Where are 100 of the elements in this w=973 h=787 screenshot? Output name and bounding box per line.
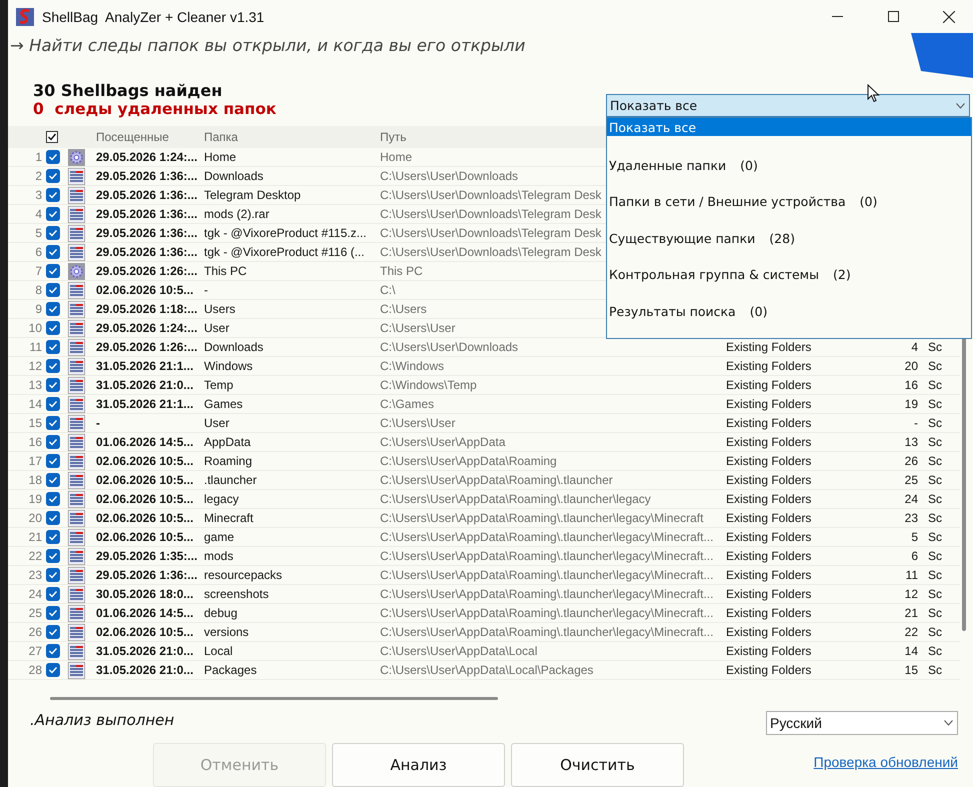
checkbox[interactable] — [46, 625, 60, 639]
checkbox[interactable] — [46, 606, 60, 620]
folder-list-icon — [68, 604, 85, 622]
checkbox[interactable] — [46, 454, 60, 468]
folder-list-icon — [68, 206, 85, 222]
folder-list-icon — [68, 642, 85, 660]
checkbox[interactable] — [46, 245, 60, 259]
checkbox[interactable] — [46, 663, 60, 677]
vertical-scrollbar[interactable] — [962, 336, 966, 631]
action-button[interactable]: Анализ — [332, 743, 505, 787]
table-cell-text: 13 — [904, 435, 919, 449]
table-cell-text: This PC — [379, 264, 423, 278]
table-cell-text: Existing Folders — [725, 473, 812, 487]
checkbox[interactable] — [46, 492, 60, 506]
table-cell-text: tgk - @VixoreProduct #115.z... — [203, 226, 366, 240]
table-cell-text: - — [913, 416, 919, 430]
row-number: 8 — [34, 283, 43, 297]
checkbox[interactable] — [46, 169, 60, 183]
horizontal-scrollbar[interactable] — [50, 696, 498, 700]
table-cell-text: C:\Windows — [379, 359, 444, 373]
table-cell-text: C:\Users\User\Downloads — [379, 340, 518, 354]
table-cell-text: Sc — [927, 606, 942, 620]
table-cell-text: 29.05.2026 1:26:... — [95, 340, 198, 354]
checkbox[interactable] — [46, 150, 60, 164]
checkbox[interactable] — [46, 359, 60, 373]
table-cell-text: Downloads — [203, 169, 264, 183]
table-cell-text: mods — [203, 549, 234, 563]
table-cell-text: tgk - @VixoreProduct #116 (... — [203, 245, 364, 259]
checkbox[interactable] — [46, 397, 60, 411]
table-cell-text: 29.05.2026 1:35:... — [95, 549, 198, 563]
table-cell-text: Existing Folders — [725, 644, 812, 658]
row-number: 22 — [28, 549, 43, 563]
folder-list-icon — [68, 510, 85, 526]
dropdown-option[interactable]: Удаленные папки (0) — [607, 136, 971, 173]
table-cell-text: User — [203, 321, 230, 335]
table-cell-text: versions — [203, 625, 249, 639]
table-cell-text: Sc — [927, 416, 942, 430]
table-cell-text: Sc — [927, 587, 942, 601]
dropdown-option[interactable]: Существующие папки (28) — [607, 209, 971, 246]
checkbox[interactable] — [46, 473, 60, 487]
dropdown-option[interactable]: Результаты поиска (0) — [607, 282, 971, 319]
checkbox[interactable] — [46, 511, 60, 525]
table-cell-text: 29.05.2026 1:36:... — [95, 568, 198, 582]
chevron-down-icon — [956, 102, 965, 108]
table-cell-text: 02.06.2026 10:5... — [95, 530, 194, 544]
table-cell-text: Windows — [203, 359, 253, 373]
checkbox[interactable] — [46, 264, 60, 278]
checkbox[interactable] — [46, 378, 60, 392]
maximize-icon — [888, 11, 898, 22]
table-cell-text: Sc — [927, 511, 942, 525]
table-cell-text: - — [95, 416, 100, 430]
table-cell-text: Sc — [927, 530, 942, 544]
checkbox[interactable] — [46, 207, 60, 221]
shellbags-found-count: 30 Shellbags найден — [33, 81, 224, 100]
checkbox[interactable] — [46, 530, 60, 544]
check-updates-link[interactable]: Проверка обновлений — [814, 754, 958, 770]
table-cell-text: Existing Folders — [725, 435, 812, 449]
row-number: 6 — [34, 245, 43, 259]
checkbox[interactable] — [46, 321, 60, 335]
folder-list-icon — [68, 224, 85, 242]
table-cell-text: 02.06.2026 10:5... — [95, 283, 194, 297]
checkbox[interactable] — [46, 283, 60, 297]
checkbox[interactable] — [46, 644, 60, 658]
action-button[interactable]: Очистить — [511, 743, 684, 787]
table-cell-text: 31.05.2026 21:0... — [95, 378, 194, 392]
checkbox[interactable] — [46, 587, 60, 601]
column-header[interactable]: Посещенные — [92, 130, 200, 144]
table-cell-text: resourcepacks — [203, 568, 282, 582]
dropdown-option[interactable]: Папки в сети / Внешние устройства (0) — [607, 172, 971, 210]
filter-dropdown[interactable]: Показать все — [606, 94, 970, 117]
table-cell-text: 31.05.2026 21:1... — [95, 359, 194, 373]
table-cell-text: 29.05.2026 1:36:... — [95, 169, 198, 183]
checkbox[interactable] — [46, 188, 60, 202]
row-number: 9 — [34, 302, 43, 316]
folder-list-icon — [68, 168, 85, 184]
table-cell-text: screenshots — [203, 587, 269, 601]
checkbox[interactable] — [46, 435, 60, 449]
table-cell-text: 29.05.2026 1:18:... — [95, 302, 198, 316]
checkbox[interactable] — [46, 131, 58, 143]
checkbox[interactable] — [46, 302, 60, 316]
dropdown-option[interactable]: Показать все — [607, 118, 971, 136]
table-cell-text: Telegram Desktop — [203, 188, 301, 202]
row-number: 26 — [28, 625, 43, 639]
table-cell-text: Home — [379, 150, 412, 164]
column-header[interactable]: Папка — [200, 130, 376, 144]
table-cell-text: 15 — [904, 663, 919, 677]
checkbox[interactable] — [46, 549, 60, 563]
checkbox[interactable] — [46, 226, 60, 240]
row-number: 10 — [28, 321, 43, 335]
folder-list-icon — [68, 338, 85, 356]
table-cell-text: 24 — [904, 492, 919, 506]
mouse-pointer-icon — [867, 84, 880, 103]
checkbox[interactable] — [46, 340, 60, 354]
row-number: 15 — [28, 416, 43, 430]
dropdown-option[interactable]: Контрольная группа & системы (2) — [607, 246, 971, 282]
checkbox[interactable] — [46, 568, 60, 582]
checkbox[interactable] — [46, 416, 60, 430]
table-cell-text: C:\Users\User\AppData\Local — [379, 644, 538, 658]
language-select[interactable]: Русский — [766, 711, 958, 735]
table-cell-text: C:\Users\User\AppData\Roaming — [379, 454, 557, 468]
